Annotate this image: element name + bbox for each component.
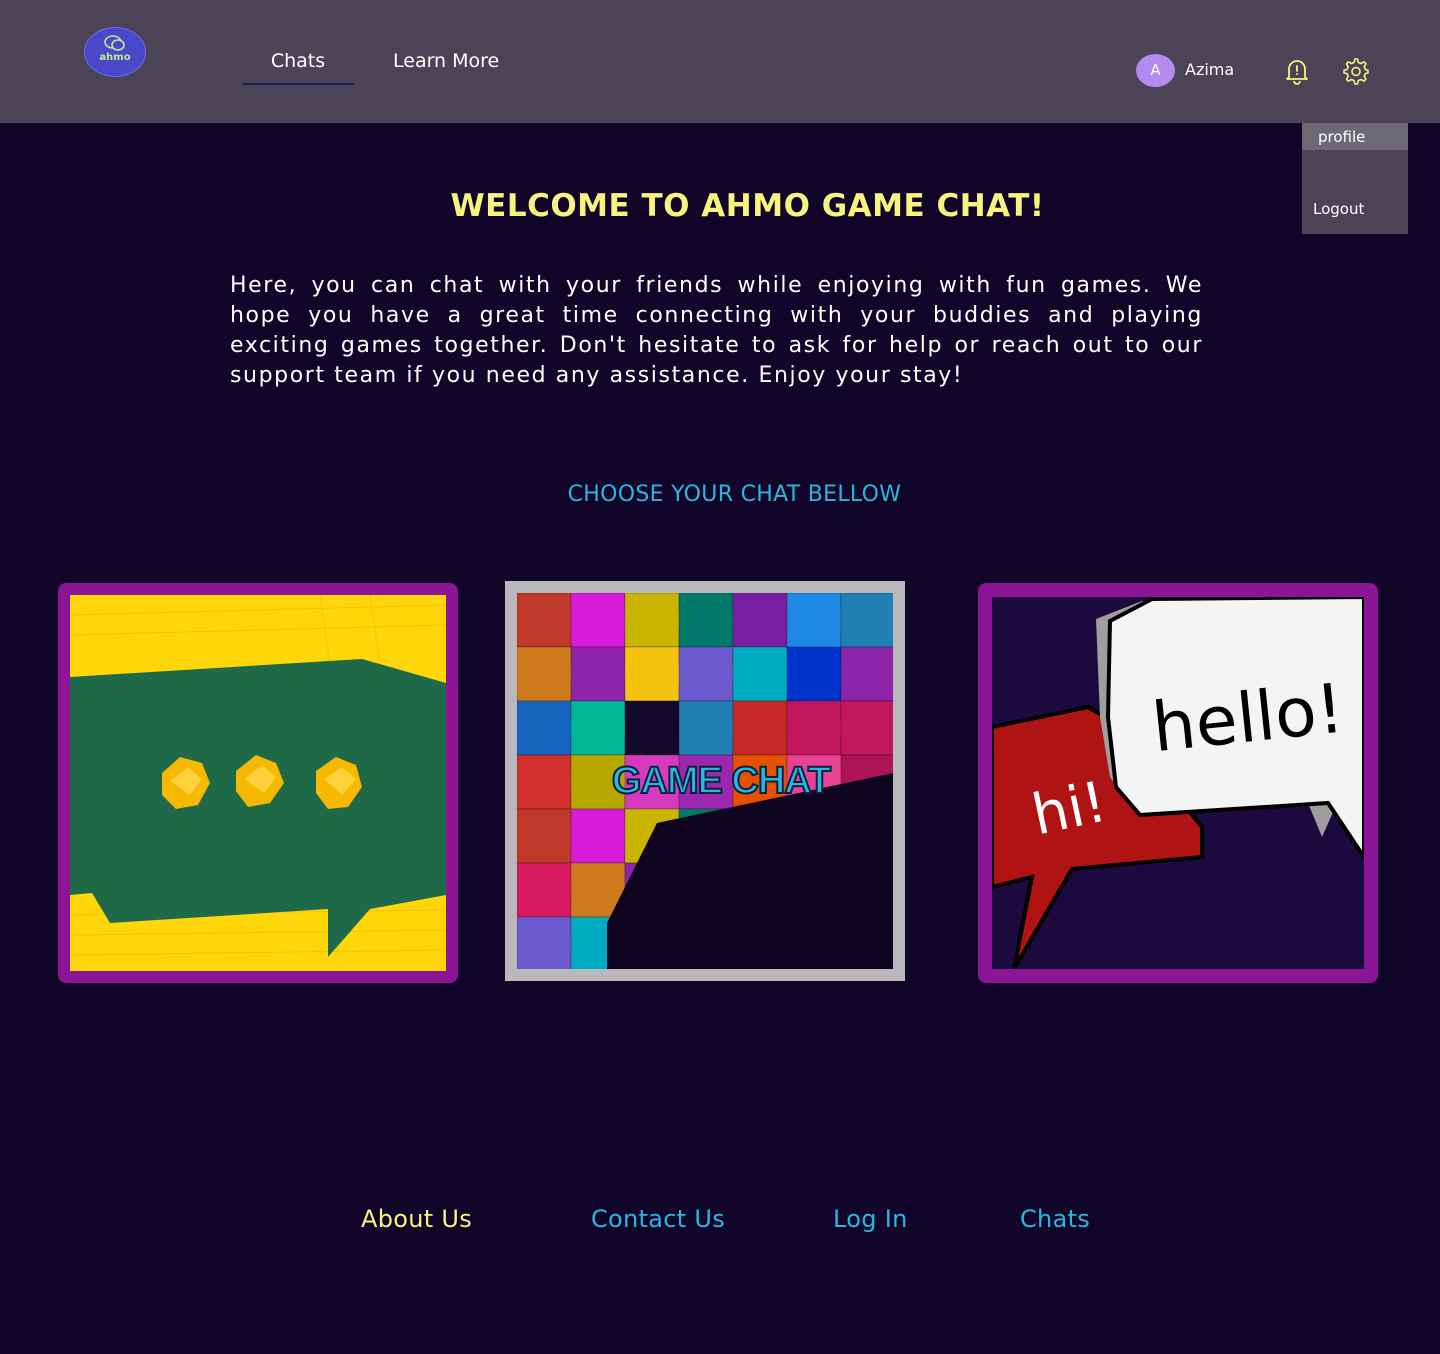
nav-tab-chats[interactable]: Chats — [242, 50, 354, 85]
hello-chat-card[interactable]: hi! hello! — [978, 583, 1378, 983]
footer-link-log-in[interactable]: Log In — [833, 1205, 908, 1233]
nav-tab-learn-more[interactable]: Learn More — [393, 50, 499, 72]
user-avatar[interactable]: A — [1136, 54, 1175, 87]
footer-link-about-us[interactable]: About Us — [361, 1205, 472, 1233]
speech-bubble-chat-card[interactable] — [58, 583, 458, 983]
top-navigation-bar: ahmo Chats Learn More A Azima — [0, 0, 1440, 123]
speech-bubble-image — [70, 595, 446, 971]
gear-icon[interactable] — [1340, 56, 1370, 90]
ahmo-logo[interactable]: ahmo — [84, 27, 146, 77]
game-chat-label: GAME CHAT — [612, 760, 831, 802]
game-chat-card[interactable]: GAME CHAT — [505, 581, 905, 981]
footer-link-chats[interactable]: Chats — [1020, 1205, 1090, 1233]
logo-text: ahmo — [99, 52, 131, 63]
user-name[interactable]: Azima — [1185, 60, 1234, 79]
footer-link-contact-us[interactable]: Contact Us — [591, 1205, 725, 1233]
puzzle-piece — [840, 593, 893, 648]
puzzle-piece — [840, 646, 893, 702]
bell-icon[interactable] — [1282, 56, 1312, 90]
intro-paragraph: Here, you can chat with your friends whi… — [230, 273, 1203, 388]
puzzle-image: GAME CHAT — [517, 593, 893, 969]
chat-bubble-icon — [104, 35, 125, 51]
choose-chat-heading: CHOOSE YOUR CHAT BELLOW — [567, 482, 902, 507]
page-title: WELCOME TO AHMO GAME CHAT! — [450, 188, 1045, 224]
menu-item-profile[interactable]: profile — [1302, 123, 1408, 150]
puzzle-piece — [840, 700, 893, 756]
hello-speech-image: hi! hello! — [992, 597, 1364, 969]
